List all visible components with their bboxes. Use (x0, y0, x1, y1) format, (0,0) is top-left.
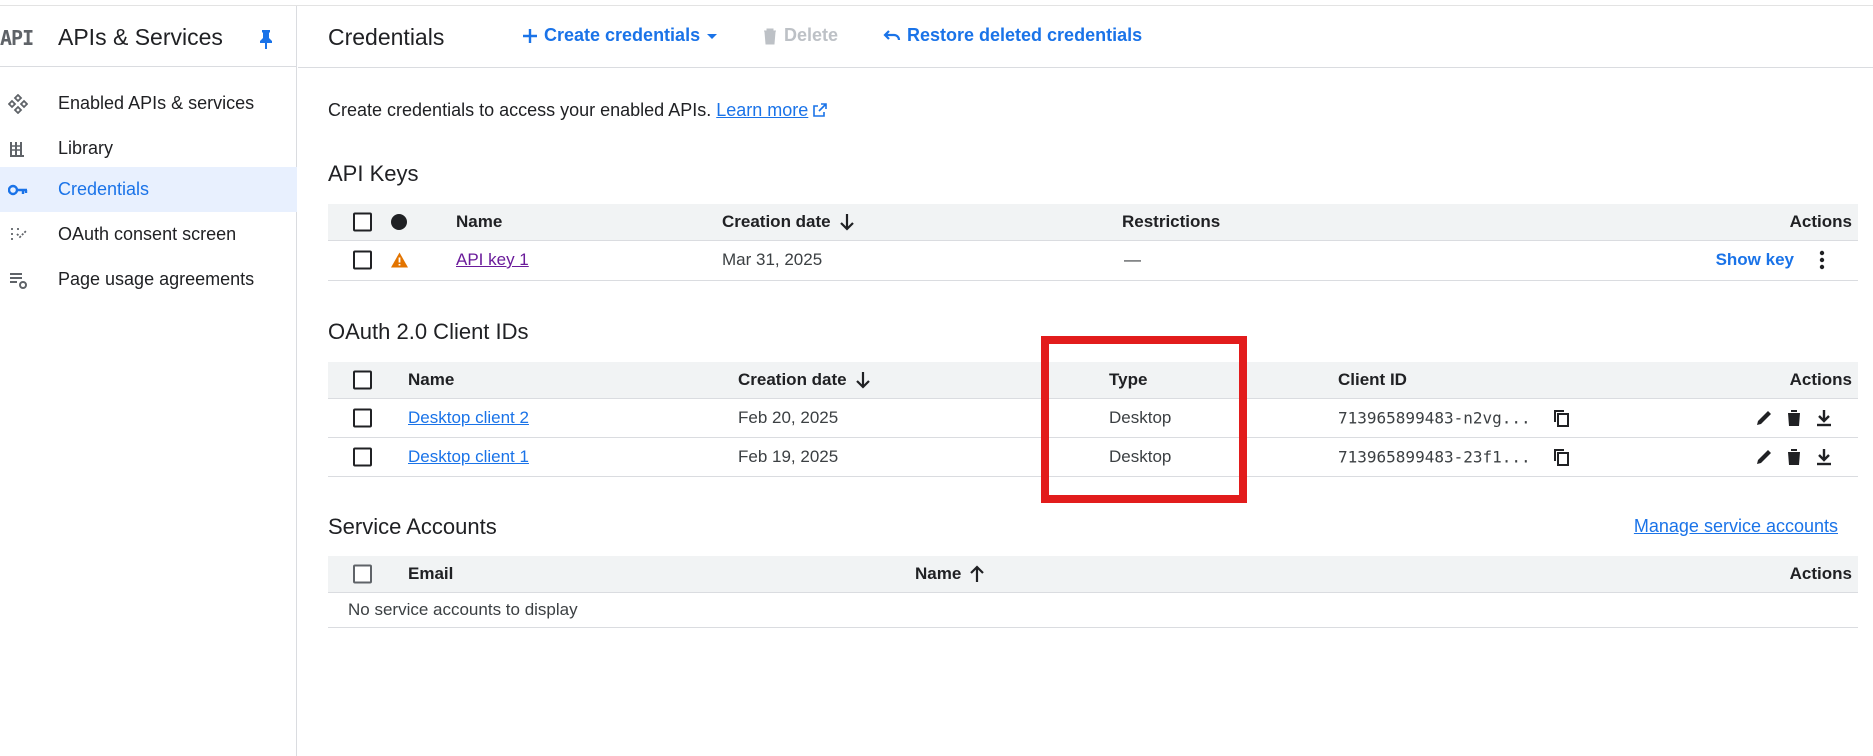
column-creation-date-label: Creation date (722, 212, 831, 231)
api-key-name-link[interactable]: API key 1 (456, 250, 529, 270)
sidebar-item-oauth-consent[interactable]: OAuth consent screen (0, 212, 297, 257)
client-name-link[interactable]: Desktop client 2 (408, 408, 529, 428)
sidebar-title: APIs & Services (58, 24, 223, 50)
download-icon[interactable] (1814, 408, 1834, 428)
create-credentials-button[interactable]: Create credentials (522, 25, 718, 46)
agreements-icon (10, 273, 27, 289)
column-name[interactable]: Name (408, 370, 454, 390)
api-keys-header-row: Name Creation date Restrictions Actions (328, 204, 1858, 241)
service-accounts-title: Service Accounts (328, 514, 497, 539)
restrictions-value: — (1124, 250, 1141, 269)
column-creation-date[interactable]: Creation date (722, 212, 855, 232)
page-header: Credentials Create credentials Delete Re… (298, 6, 1873, 68)
delete-icon[interactable] (1784, 447, 1804, 467)
warning-icon (391, 252, 408, 268)
intro-description: Create credentials to access your enable… (328, 100, 712, 120)
sidebar: API APIs & Services Enabled APIs & servi… (0, 6, 297, 756)
highlight-box (1041, 336, 1247, 503)
intro-text: Create credentials to access your enable… (328, 100, 828, 121)
row-checkbox[interactable] (353, 447, 372, 467)
select-all-checkbox[interactable] (353, 564, 372, 584)
empty-row: No service accounts to display (328, 592, 1858, 628)
arrow-down-icon (855, 372, 870, 389)
sidebar-item-label: OAuth consent screen (58, 224, 237, 244)
column-restrictions: Restrictions (1122, 212, 1221, 231)
sidebar-item-label: Page usage agreements (58, 269, 255, 289)
more-vert-icon[interactable] (1812, 250, 1832, 270)
delete-label: Delete (784, 25, 839, 45)
show-key-button[interactable]: Show key (1716, 250, 1794, 270)
column-name[interactable]: Name (456, 212, 502, 232)
trash-icon (764, 28, 776, 44)
sidebar-item-label: Enabled APIs & services (58, 93, 255, 113)
creation-date: Feb 20, 2025 (738, 408, 839, 427)
create-credentials-label: Create credentials (544, 25, 701, 45)
delete-button[interactable]: Delete (762, 25, 838, 46)
key-icon (8, 184, 28, 196)
edit-icon[interactable] (1754, 447, 1774, 467)
client-name-link[interactable]: Desktop client 1 (408, 447, 529, 467)
plus-icon (523, 28, 537, 43)
external-link-icon (813, 103, 828, 117)
sidebar-item-library[interactable]: Library (0, 126, 297, 171)
client-id-value: 713965899483-n2vg... (1338, 408, 1531, 428)
column-actions: Actions (1789, 370, 1852, 389)
select-all-checkbox[interactable] (353, 212, 372, 232)
column-name-label: Name (915, 564, 962, 583)
column-email[interactable]: Email (408, 564, 453, 584)
learn-more-label: Learn more (716, 100, 809, 120)
edit-icon[interactable] (1754, 408, 1774, 428)
arrow-down-icon (839, 214, 854, 231)
creation-date: Mar 31, 2025 (722, 250, 823, 269)
library-icon (10, 142, 24, 157)
manage-service-accounts-link[interactable]: Manage service accounts (1634, 516, 1838, 537)
table-row: API key 1 Mar 31, 2025 — Show key (328, 240, 1858, 281)
pin-icon[interactable] (258, 28, 274, 50)
column-actions: Actions (1789, 564, 1852, 583)
column-name[interactable]: Name (915, 564, 985, 584)
column-creation-date[interactable]: Creation date (738, 370, 871, 390)
download-icon[interactable] (1814, 447, 1834, 467)
enabled-apis-icon (8, 94, 28, 114)
sidebar-item-label: Library (58, 138, 114, 158)
select-all-checkbox[interactable] (353, 370, 372, 390)
column-client-id: Client ID (1338, 370, 1407, 389)
api-logo: API (0, 26, 34, 50)
oauth-title: OAuth 2.0 Client IDs (328, 319, 529, 344)
column-actions: Actions (1789, 212, 1852, 231)
creation-date: Feb 19, 2025 (738, 447, 839, 466)
undo-icon (883, 29, 901, 40)
row-checkbox[interactable] (353, 250, 372, 270)
consent-icon (11, 228, 27, 240)
copy-icon[interactable] (1553, 409, 1571, 427)
restore-label: Restore deleted credentials (907, 25, 1143, 45)
column-creation-date-label: Creation date (738, 370, 847, 389)
service-accounts-header-row: Email Name Actions (328, 556, 1858, 593)
arrow-up-icon (970, 565, 985, 582)
sidebar-header: API APIs & Services (0, 6, 297, 67)
caret-down-icon (707, 33, 718, 39)
sidebar-item-page-usage[interactable]: Page usage agreements (0, 257, 297, 302)
page-title: Credentials (328, 24, 445, 50)
api-keys-title: API Keys (328, 161, 419, 186)
row-checkbox[interactable] (353, 408, 372, 428)
sidebar-item-enabled-apis[interactable]: Enabled APIs & services (0, 81, 297, 126)
restore-deleted-button[interactable]: Restore deleted credentials (883, 25, 1142, 46)
client-id-value: 713965899483-23f1... (1338, 447, 1531, 467)
delete-icon[interactable] (1784, 408, 1804, 428)
sidebar-item-label: Credentials (58, 179, 150, 199)
learn-more-link[interactable]: Learn more (716, 100, 808, 120)
sidebar-item-credentials[interactable]: Credentials (0, 167, 297, 212)
empty-state-text: No service accounts to display (348, 599, 578, 619)
copy-icon[interactable] (1553, 448, 1571, 466)
status-column-icon (391, 214, 407, 230)
